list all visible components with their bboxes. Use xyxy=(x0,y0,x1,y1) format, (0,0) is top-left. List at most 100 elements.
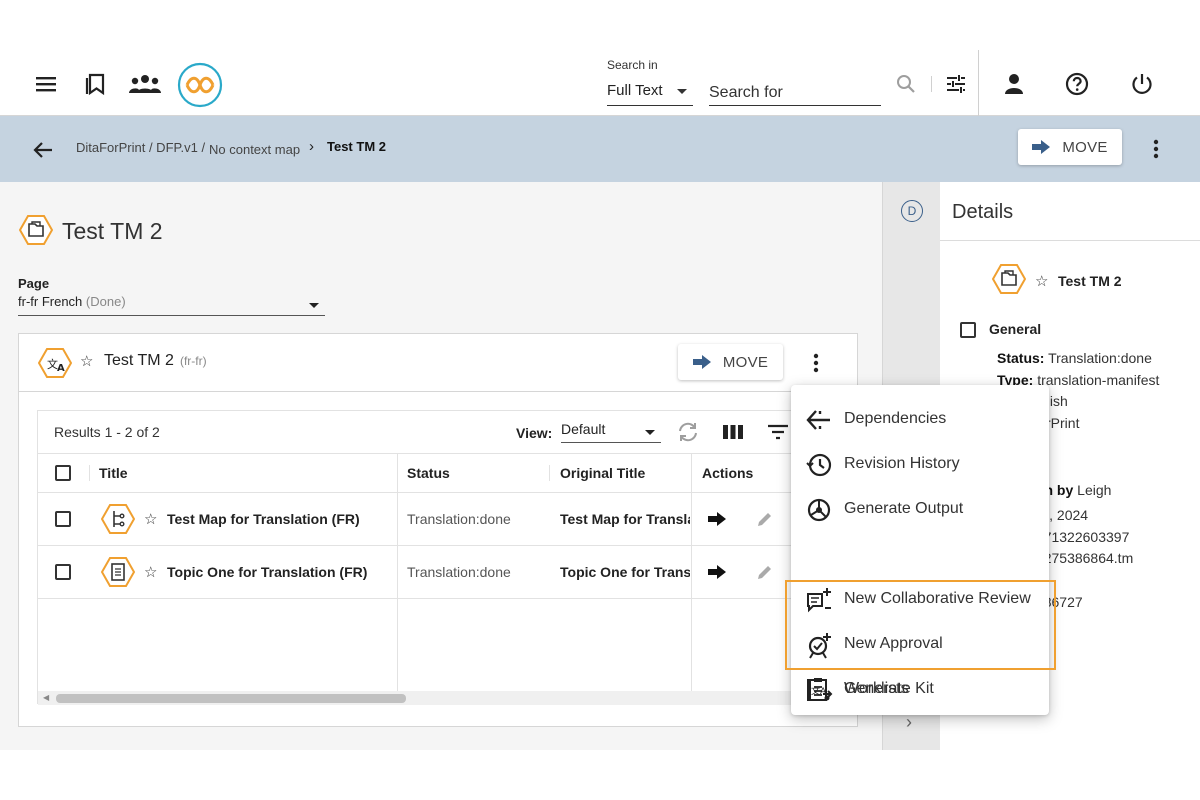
column-divider xyxy=(89,465,90,481)
columns-icon[interactable] xyxy=(720,419,746,445)
horizontal-scrollbar[interactable]: ◀ xyxy=(38,691,798,705)
open-arrow-icon[interactable] xyxy=(708,512,726,526)
search-in-select[interactable]: Full Text xyxy=(607,80,693,106)
refresh-icon[interactable] xyxy=(675,419,701,445)
page-label: Page xyxy=(18,276,50,291)
app-logo-icon[interactable] xyxy=(177,62,223,108)
open-arrow-icon[interactable] xyxy=(708,565,726,579)
menu-item-revision-history[interactable]: Revision History xyxy=(791,442,1049,487)
map-icon xyxy=(101,504,135,534)
column-header-actions[interactable]: Actions xyxy=(702,465,753,481)
view-select[interactable]: Default xyxy=(561,421,661,443)
table-row[interactable]: ☆ Topic One for Translation (FR) Transla… xyxy=(38,546,798,599)
chevron-right-icon: › xyxy=(309,138,314,155)
translation-manifest-icon xyxy=(992,264,1026,294)
favorite-star-icon[interactable]: ☆ xyxy=(144,510,157,528)
power-icon[interactable] xyxy=(1129,71,1155,97)
select-all-checkbox[interactable] xyxy=(55,465,71,481)
hamburger-menu-icon[interactable] xyxy=(33,71,59,97)
scroll-left-icon[interactable]: ◀ xyxy=(43,693,49,702)
row-title[interactable]: Topic One for Translation (FR) xyxy=(167,564,367,580)
search-filters-icon[interactable] xyxy=(944,71,968,97)
svg-text:文A: 文A xyxy=(811,685,827,697)
generate-output-icon xyxy=(807,498,831,522)
card-title: Test TM 2 (fr-fr) xyxy=(104,352,207,370)
top-bar: Search in Full Text xyxy=(0,50,1200,116)
column-divider xyxy=(691,454,692,494)
page-select-value: fr-fr French xyxy=(18,294,83,309)
edit-pencil-icon[interactable] xyxy=(756,510,774,528)
column-divider xyxy=(691,546,692,599)
user-profile-icon[interactable] xyxy=(1001,71,1027,97)
menu-item-label: New Collaborative Review xyxy=(844,590,1031,607)
dependencies-icon xyxy=(806,410,830,430)
search-input[interactable] xyxy=(709,80,881,106)
menu-item-generate-output[interactable]: Generate Output xyxy=(791,487,1049,532)
search-in-value: Full Text xyxy=(607,82,663,99)
card-header: 文 A ☆ Test TM 2 (fr-fr) MOVE xyxy=(19,334,857,392)
menu-item-label: Generate Kit xyxy=(844,680,934,697)
translate-icon: 文 A xyxy=(38,348,72,378)
details-checkbox[interactable] xyxy=(960,322,976,338)
card-move-button[interactable]: MOVE xyxy=(678,344,783,380)
menu-item-label: Generate Output xyxy=(844,500,964,517)
favorite-star-icon[interactable]: ☆ xyxy=(144,563,157,581)
favorite-star-icon[interactable]: ☆ xyxy=(1035,272,1048,290)
results-table: Results 1 - 2 of 2 View: Default Title S… xyxy=(37,410,798,705)
chevron-down-icon xyxy=(645,430,655,435)
breadcrumb-context-map[interactable]: No context map xyxy=(209,142,300,157)
bookmarks-icon[interactable] xyxy=(83,71,109,97)
results-count: Results 1 - 2 of 2 xyxy=(54,424,160,440)
column-divider xyxy=(397,546,398,599)
column-header-status[interactable]: Status xyxy=(407,465,450,481)
menu-item-dependencies[interactable]: Dependencies xyxy=(791,397,1049,442)
table-row[interactable]: ☆ Test Map for Translation (FR) Translat… xyxy=(38,493,798,546)
row-checkbox[interactable] xyxy=(55,564,71,580)
divider xyxy=(978,50,979,116)
move-button-label: MOVE xyxy=(1062,138,1108,156)
details-title: Details xyxy=(952,201,1014,223)
more-options-icon[interactable] xyxy=(1143,136,1169,162)
favorite-star-icon[interactable]: ☆ xyxy=(80,352,93,370)
arrow-right-icon xyxy=(692,355,711,369)
view-select-value: Default xyxy=(561,421,606,437)
menu-item-new-approval[interactable]: New Approval xyxy=(791,622,1049,667)
menu-item-label: Dependencies xyxy=(844,410,947,427)
users-icon[interactable] xyxy=(128,71,162,97)
back-arrow-icon[interactable] xyxy=(30,137,56,163)
filter-icon[interactable] xyxy=(765,419,791,445)
menu-item-label: New Approval xyxy=(844,635,943,652)
approval-icon xyxy=(808,633,831,659)
details-field-status: Status: Translation:done xyxy=(997,350,1152,366)
breadcrumb-bar: DitaForPrint / DFP.v1 / No context map ›… xyxy=(0,116,1200,182)
scrollbar-thumb[interactable] xyxy=(56,694,406,703)
page-select[interactable]: fr-fr French (Done) xyxy=(18,294,325,316)
details-section-general: General xyxy=(989,321,1042,337)
column-header-original-title[interactable]: Original Title xyxy=(560,465,645,481)
help-icon[interactable] xyxy=(1064,71,1090,97)
page-select-status: (Done) xyxy=(85,294,126,309)
move-button[interactable]: MOVE xyxy=(1018,129,1122,165)
column-divider xyxy=(397,599,398,691)
card-more-options-icon[interactable] xyxy=(803,350,829,376)
translation-card: 文 A ☆ Test TM 2 (fr-fr) MOVE Results 1 - … xyxy=(18,333,858,727)
menu-item-label: Revision History xyxy=(844,455,960,472)
row-original-title[interactable]: Topic One for Translation xyxy=(560,564,690,580)
search-icon[interactable] xyxy=(895,71,917,97)
row-original-title[interactable]: Test Map for Translation xyxy=(560,511,690,527)
row-status: Translation:done xyxy=(407,511,511,527)
breadcrumb-path[interactable]: DitaForPrint / DFP.v1 / xyxy=(76,140,205,155)
breadcrumb-current: Test TM 2 xyxy=(327,139,386,154)
divider xyxy=(931,76,932,92)
details-item-title: Test TM 2 xyxy=(1058,273,1122,289)
menu-item-generate-kit[interactable]: 文A Generate Kit xyxy=(791,667,1049,712)
svg-text:A: A xyxy=(57,363,65,374)
chevron-right-icon[interactable]: › xyxy=(906,712,912,733)
row-checkbox[interactable] xyxy=(55,511,71,527)
edit-pencil-icon[interactable] xyxy=(756,563,774,581)
details-toggle-icon[interactable]: D xyxy=(901,200,923,222)
app-window: Search in Full Text DitaForPrint / DFP. xyxy=(0,50,1200,750)
menu-item-new-collaborative-review[interactable]: New Collaborative Review xyxy=(791,577,1049,622)
row-title[interactable]: Test Map for Translation (FR) xyxy=(167,511,360,527)
column-header-title[interactable]: Title xyxy=(99,465,128,481)
